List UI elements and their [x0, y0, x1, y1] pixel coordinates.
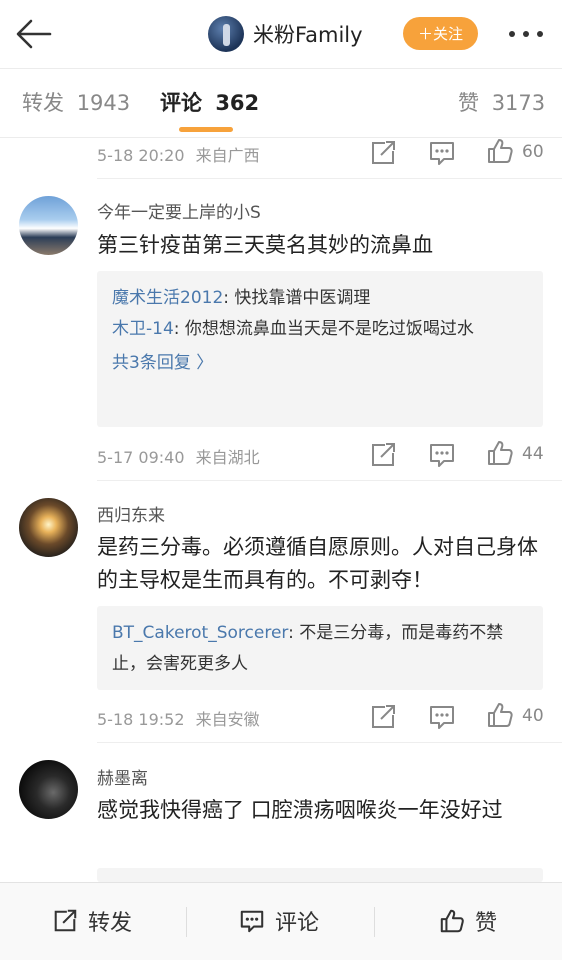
- reply-text: : 你想想流鼻血当天是不是吃过饭喝过水: [173, 319, 474, 339]
- comment-button-label: 评论: [275, 911, 320, 936]
- tab-comments-label: 评论: [160, 91, 202, 115]
- like-count: 40: [522, 706, 544, 726]
- active-tab-indicator: [179, 127, 233, 132]
- account-info[interactable]: 米粉Family: [208, 15, 363, 53]
- tab-comments[interactable]: 评论 362: [160, 87, 259, 117]
- divider: [97, 480, 562, 481]
- reply-username[interactable]: 魔术生活2012: [112, 288, 223, 308]
- comment-button[interactable]: 评论: [239, 905, 319, 937]
- comment-text: 第三针疫苗第三天莫名其妙的流鼻血: [97, 233, 433, 257]
- divider: [186, 907, 187, 937]
- comment-username[interactable]: 赫墨离: [97, 764, 148, 789]
- repost-icon[interactable]: [369, 139, 397, 167]
- divider: [97, 178, 562, 179]
- comment-icon[interactable]: [428, 441, 456, 469]
- comment-meta: 5-17 09:40 来自湖北: [97, 444, 260, 468]
- replies-box: [97, 868, 543, 882]
- comment-source: 来自湖北: [195, 448, 260, 467]
- comment-meta: 5-18 19:52 来自安徽: [97, 706, 260, 730]
- account-avatar[interactable]: [208, 16, 244, 52]
- repost-icon[interactable]: [369, 441, 397, 469]
- more-options-icon[interactable]: [506, 22, 546, 46]
- comment-time: 5-17 09:40: [97, 448, 185, 467]
- tab-reposts-label: 转发: [22, 91, 64, 115]
- like-button-label: 赞: [475, 911, 498, 936]
- avatar[interactable]: [19, 196, 78, 255]
- repost-icon: [54, 909, 77, 932]
- tab-comments-count: 362: [215, 91, 260, 115]
- tab-reposts-count: 1943: [76, 91, 131, 115]
- reply-item[interactable]: 木卫-14: 你想想流鼻血当天是不是吃过饭喝过水: [112, 314, 528, 345]
- reply-username[interactable]: 木卫-14: [112, 319, 174, 339]
- replies-box: BT_Cakerot_Sorcerer: 不是三分毒，而是毒药不禁止，会害死更多…: [97, 606, 543, 690]
- view-more-replies-link[interactable]: 共3条回复 〉: [112, 347, 528, 379]
- comment-text: 是药三分毒。必须遵循自愿原则。人对自己身体的主导权是生而具有的。不可剥夺！: [97, 535, 538, 592]
- like-icon[interactable]: [486, 137, 514, 165]
- back-arrow-icon[interactable]: [14, 14, 54, 54]
- comment-meta: 5-18 20:20 来自广西: [97, 142, 260, 166]
- comment-icon: [240, 910, 264, 933]
- bottom-action-bar: 转发 评论 赞: [0, 882, 562, 960]
- like-icon[interactable]: [486, 701, 514, 729]
- comment-icon[interactable]: [428, 139, 456, 167]
- comment-username[interactable]: 今年一定要上岸的小S: [97, 198, 261, 223]
- divider: [97, 742, 562, 743]
- account-name[interactable]: 米粉Family: [253, 19, 363, 49]
- avatar[interactable]: [19, 760, 78, 819]
- divider: [374, 907, 375, 937]
- tab-reposts[interactable]: 转发 1943: [22, 87, 130, 117]
- comment-source: 来自广西: [195, 146, 260, 165]
- reply-text: : 快找靠谱中医调理: [223, 288, 371, 308]
- reply-item[interactable]: BT_Cakerot_Sorcerer: 不是三分毒，而是毒药不禁止，会害死更多…: [112, 618, 528, 680]
- follow-button[interactable]: ＋关注: [403, 17, 478, 50]
- replies-box: 魔术生活2012: 快找靠谱中医调理 木卫-14: 你想想流鼻血当天是不是吃过饭…: [97, 271, 543, 427]
- like-icon[interactable]: [486, 439, 514, 467]
- like-button[interactable]: 赞: [439, 905, 497, 937]
- tab-bar: 转发 1943 评论 362 赞 3173: [0, 68, 562, 138]
- comment-time: 5-18 19:52: [97, 710, 185, 729]
- like-count: 44: [522, 444, 544, 464]
- top-bar: 米粉Family ＋关注: [0, 0, 562, 68]
- comment-time: 5-18 20:20: [97, 146, 185, 165]
- tab-likes-count: 3173: [491, 91, 546, 115]
- avatar[interactable]: [19, 498, 78, 557]
- tab-likes-label: 赞: [458, 91, 479, 115]
- reply-username[interactable]: BT_Cakerot_Sorcerer: [112, 623, 288, 643]
- repost-button[interactable]: 转发: [52, 905, 132, 937]
- repost-button-label: 转发: [88, 911, 133, 936]
- comment-username[interactable]: 西归东来: [97, 501, 165, 526]
- comment-text: 感觉我快得癌了 口腔溃疡咽喉炎一年没好过: [97, 798, 503, 822]
- tab-likes[interactable]: 赞 3173: [458, 87, 545, 117]
- like-count: 60: [522, 142, 544, 162]
- reply-item[interactable]: 魔术生活2012: 快找靠谱中医调理: [112, 283, 528, 314]
- comment-source: 来自安徽: [195, 710, 260, 729]
- like-icon: [440, 909, 464, 933]
- comment-icon[interactable]: [428, 703, 456, 731]
- repost-icon[interactable]: [369, 703, 397, 731]
